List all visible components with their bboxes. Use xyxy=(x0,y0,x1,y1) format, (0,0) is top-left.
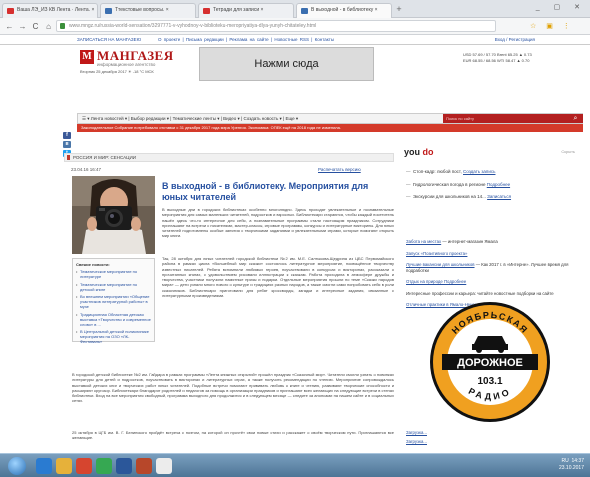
related-link[interactable]: Во внешнем мероприятии «Общение участник… xyxy=(76,294,151,309)
new-tab-button[interactable]: + xyxy=(393,4,405,14)
related-news-box: Свежие новости: Тематическое мероприятие… xyxy=(72,258,155,344)
notepad-icon[interactable] xyxy=(156,458,172,474)
site-top-links: ЗАПИСАТЬСЯ НА МАНГАЗЕЮ О проекте | Письм… xyxy=(0,35,590,45)
word-icon[interactable] xyxy=(116,458,132,474)
search-icon[interactable]: ⌕ xyxy=(568,114,583,123)
related-link[interactable]: Традиционная Областная детская выставка … xyxy=(76,312,151,327)
media-icon[interactable] xyxy=(76,458,92,474)
radio-frequency: 103.1 xyxy=(477,376,502,387)
tab-favicon-icon xyxy=(301,8,308,14)
logo-subtitle: информационное агентство xyxy=(97,62,156,67)
article-paragraph: В городской детской библиотеке №2 им. Га… xyxy=(72,372,394,404)
radio-logo[interactable]: НОЯБРЬСКАЯ ДОРОЖНОЕ 103.1 РАДИО xyxy=(428,300,552,424)
article-title: В выходной - в библиотеку. Мероприятия д… xyxy=(162,181,369,202)
system-tray[interactable]: RU 14:37 23.10.2017 xyxy=(559,458,584,472)
tab-favicon-icon xyxy=(105,8,112,14)
vk-icon[interactable]: в xyxy=(63,141,71,148)
radio-badge-image: НОЯБРЬСКАЯ ДОРОЖНОЕ 103.1 РАДИО xyxy=(430,302,550,422)
address-bar-row: ← → C ⌂ www.mngz.ru/russia-world-sensati… xyxy=(0,18,590,35)
youdo-logo[interactable]: you do xyxy=(404,147,434,157)
clock-time: 14:37 xyxy=(571,458,584,464)
youdo-item-link[interactable]: Создать запись xyxy=(463,169,495,174)
ad-banner[interactable]: Нажми сюда xyxy=(199,47,374,81)
browser-tab[interactable]: Ттекстовые вопросы. × xyxy=(100,3,196,18)
footer-link[interactable]: Загрузка... xyxy=(406,437,427,446)
browser-tab-bar: Ваша ЛЭ_ИЗ КВ Лента · Лента. × Ттекстовы… xyxy=(0,0,590,18)
login-link[interactable]: Вход / Регистрация xyxy=(495,35,535,45)
rates-row: EUR 68.55 / 68.56 WTI 58.47 ▲ 0.70 xyxy=(463,58,530,63)
sidebar-link-item[interactable]: Запуск «Позитивного проекта» xyxy=(406,251,576,257)
logo-mark: М xyxy=(80,50,94,64)
article-paragraph: Так, 28 октября для юных читателей город… xyxy=(162,256,394,299)
tab-favicon-icon xyxy=(7,8,14,14)
browser-tab-active[interactable]: В выходной - в библиотеку × xyxy=(296,3,392,18)
youdo-item: Экскурсии для школьников на 14... Записа… xyxy=(406,194,576,200)
sidebar-footer-links: Загрузка... Загрузка... xyxy=(406,428,427,446)
start-button[interactable] xyxy=(8,457,26,475)
youdo-item: Стоп-кадр: любой пост, Создать запись xyxy=(406,169,576,175)
sidebar-link-item[interactable]: Лучшие вакансии для школьников — Как 201… xyxy=(406,262,576,273)
sidebar-link-item[interactable]: Забота на местах — интернет-магазин Ямал… xyxy=(406,239,576,245)
browser-menu-icons[interactable]: ☆ ▣ ⋮ xyxy=(530,22,574,30)
window-controls[interactable]: _ ▢ ✕ xyxy=(536,3,586,11)
header-date: Вторник 25 декабря 2017 ☀ -18 °С МСК xyxy=(80,69,154,74)
ie-icon[interactable] xyxy=(36,458,52,474)
lock-icon xyxy=(60,23,65,29)
clock-date: 23.10.2017 xyxy=(558,465,584,471)
sidebar-link-item[interactable]: Интересные профессии и карьера: читайте … xyxy=(406,291,576,297)
back-button[interactable]: ← xyxy=(4,21,15,32)
subscribe-link[interactable]: ЗАПИСАТЬСЯ НА МАНГАЗЕЮ xyxy=(77,35,141,45)
reload-button[interactable]: C xyxy=(30,21,41,32)
folder-icon[interactable] xyxy=(56,458,72,474)
tab-favicon-icon xyxy=(203,8,210,14)
section-header[interactable]: РОССИЯ И МИР: СЕНСАЦИИ xyxy=(64,153,394,162)
forward-button[interactable]: → xyxy=(17,21,28,32)
home-button[interactable]: ⌂ xyxy=(43,21,54,32)
print-version-link[interactable]: Распечатать версию xyxy=(318,167,361,172)
right-sidebar: you do Скрыть Стоп-кадр: любой пост, Соз… xyxy=(404,147,583,444)
footer-link[interactable]: Загрузка... xyxy=(406,428,427,437)
browser-tab[interactable]: Тетради для записи × xyxy=(198,3,294,18)
powerpoint-icon[interactable] xyxy=(136,458,152,474)
chrome-icon[interactable] xyxy=(96,458,112,474)
article-photo xyxy=(72,176,155,254)
article-paragraph: В выходные дни в городских библиотеках о… xyxy=(162,207,394,239)
browser-tab[interactable]: Ваша ЛЭ_ИЗ КВ Лента · Лента. × xyxy=(2,3,98,18)
article-datetime: 23.04.16 16:47 xyxy=(71,167,102,172)
site-search-input[interactable]: Поиск по сайту xyxy=(443,114,568,123)
sidebar-link-item[interactable]: Отдых на природе Подробнее xyxy=(406,279,576,285)
youdo-item-link[interactable]: Подробнее xyxy=(487,182,510,187)
url-input[interactable]: www.mngz.ru/russia-world-sensation/32977… xyxy=(56,20,496,32)
facebook-icon[interactable]: f xyxy=(63,132,71,139)
os-taskbar: RU 14:37 23.10.2017 xyxy=(0,453,590,477)
related-link[interactable]: Тематическое мероприятие по литературе xyxy=(76,269,151,279)
related-header: Свежие новости: xyxy=(76,262,110,267)
youdo-items: Стоп-кадр: любой пост, Создать запись Ги… xyxy=(406,169,576,207)
photographer-image xyxy=(72,176,155,254)
site-logo[interactable]: М МАНГАЗЕЯ информационное агентство Втор… xyxy=(80,47,195,81)
related-link[interactable]: В Центральной детской поликлинике меропр… xyxy=(76,329,151,344)
radio-brand: ДОРОЖНОЕ xyxy=(457,357,523,369)
article-paragraph: 25 октября в ЦГБ им. В. Г. Белинского пр… xyxy=(72,430,394,441)
hide-widget-link[interactable]: Скрыть xyxy=(561,149,575,154)
section-marker xyxy=(67,155,70,160)
youdo-item: Гидрологическая погода в регионе Подробн… xyxy=(406,182,576,188)
currency-rates: USD 57.69 / 57.70 Brent 65.25 ▲ 0.73 EUR… xyxy=(463,52,583,64)
youdo-item-link[interactable]: Записаться xyxy=(487,194,511,199)
top-menu-links[interactable]: О проекте | Письма редакции | Реклама на… xyxy=(158,35,334,45)
news-ticker[interactable]: Законодательное Собрание потребовало отс… xyxy=(77,124,583,132)
related-link[interactable]: Тематическое мероприятие по детской книг… xyxy=(76,282,151,292)
